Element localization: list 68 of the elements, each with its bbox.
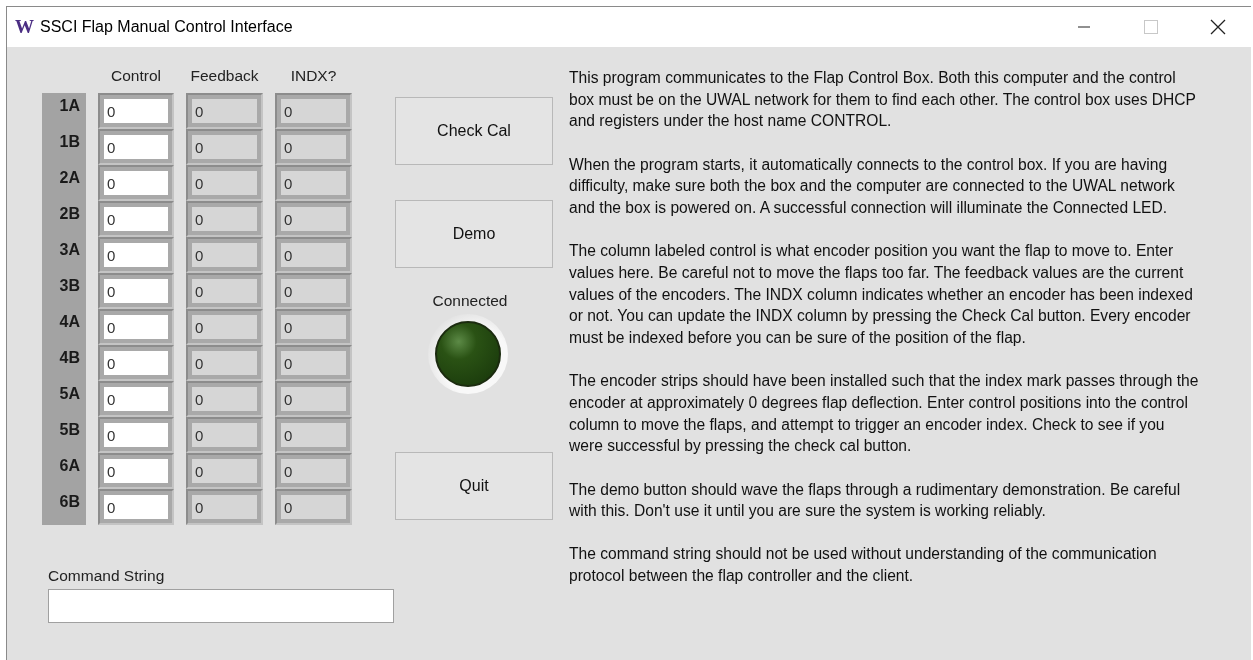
feedback-indicator: 0 [186, 273, 263, 309]
help-paragraph: When the program starts, it automatically connects to the control box. If you are having difficulty, make sure both the box and the computer are connected to the UWAL network and the box is powered on. A successful connection will illuminate the Connected LED. [569, 154, 1176, 218]
column-header: Control [110, 67, 162, 86]
help-paragraph: The encoder strips should have been installed such that the index mark passes through the encoder at approximately 0 degrees flap deflection. Enter control positions into the control column to move the flaps, and attempt to trigger an encoder index. Check to see if you were successful by pressing the check cal button. [569, 371, 1199, 457]
feedback-indicator: 0 [186, 345, 263, 381]
feedback-indicator: 0 [186, 237, 263, 273]
feedback-indicator: 0 [186, 201, 263, 237]
control-field[interactable]: 0 [98, 381, 174, 417]
help-paragraph: This program communicates to the Flap Control Box. Both this computer and the control box must be on the UWAL network for them to find each other. The control box uses DHCP and registers under the host name CONTROL. [569, 68, 1197, 132]
row-label: 3A [58, 240, 81, 260]
control-field[interactable]: 0 [98, 237, 174, 273]
control-field[interactable]: 0 [98, 417, 174, 453]
control-field[interactable]: 0 [98, 93, 174, 129]
control-field[interactable]: 0 [98, 453, 174, 489]
indx-indicator: 0 [275, 417, 352, 453]
feedback-indicator: 0 [186, 417, 263, 453]
command-string-field[interactable] [48, 589, 394, 623]
control-field[interactable]: 0 [98, 345, 174, 381]
control-field[interactable]: 0 [98, 489, 174, 525]
feedback-indicator: 0 [186, 129, 263, 165]
row-label: 2A [58, 168, 81, 188]
indx-indicator: 0 [275, 129, 352, 165]
indx-indicator: 0 [275, 93, 352, 129]
row-label: 6A [58, 456, 81, 476]
row-label: 4B [58, 348, 81, 368]
feedback-indicator: 0 [186, 93, 263, 129]
feedback-indicator: 0 [186, 309, 263, 345]
control-field[interactable]: 0 [98, 273, 174, 309]
indx-indicator: 0 [275, 165, 352, 201]
indx-indicator: 0 [275, 309, 352, 345]
maximize-icon [1143, 20, 1158, 34]
help-paragraph: The demo button should wave the flaps through a rudimentary demonstration. Be careful with this. Don't use it until you are sure the system is working reliably. [569, 479, 1182, 522]
check-cal-button[interactable]: Check Cal [395, 97, 553, 165]
quit-button[interactable]: Quit [395, 452, 553, 520]
indx-indicator: 0 [275, 273, 352, 309]
column-header: Feedback [189, 67, 260, 86]
close-icon [1209, 19, 1226, 35]
row-label: 4A [58, 312, 81, 332]
indx-indicator: 0 [275, 453, 352, 489]
indx-indicator: 0 [275, 489, 352, 525]
row-label: 1B [58, 132, 81, 152]
window-title: SSCI Flap Manual Control Interface [40, 18, 294, 36]
help-paragraph: The column labeled control is what encoder position you want the flap to move to. Enter values here. Be careful not to move the flaps too far. The feedback values are the current values of the encoders. The INDX column indicates whether an encoder has been indexed or not. You can update the INDX column by pressing the Check Cal button. Every encoder must be indexed before you can be sure of the position of the flap. [569, 241, 1194, 349]
indx-indicator: 0 [275, 237, 352, 273]
led-label: Connected [432, 292, 508, 310]
minimize-icon [1077, 26, 1090, 28]
field-label: Command String [48, 567, 166, 585]
control-field[interactable]: 0 [98, 129, 174, 165]
control-field[interactable]: 0 [98, 165, 174, 201]
row-label: 5A [58, 384, 81, 404]
row-label: 2B [58, 204, 81, 224]
app-logo: W [15, 16, 34, 38]
control-field[interactable]: 0 [98, 309, 174, 345]
demo-button[interactable]: Demo [395, 200, 553, 268]
feedback-indicator: 0 [186, 453, 263, 489]
control-field[interactable]: 0 [98, 201, 174, 237]
feedback-indicator: 0 [186, 489, 263, 525]
feedback-indicator: 0 [186, 165, 263, 201]
indx-indicator: 0 [275, 201, 352, 237]
row-label: 5B [58, 420, 81, 440]
help-paragraph: The command string should not be used without understanding of the communication protocol between the flap controller and the client. [569, 544, 1158, 587]
row-label: 6B [58, 492, 81, 512]
row-label: 1A [58, 96, 81, 116]
feedback-indicator: 0 [186, 381, 263, 417]
row-label: 3B [58, 276, 81, 296]
column-header: INDX? [289, 67, 338, 86]
indx-indicator: 0 [275, 381, 352, 417]
indx-indicator: 0 [275, 345, 352, 381]
